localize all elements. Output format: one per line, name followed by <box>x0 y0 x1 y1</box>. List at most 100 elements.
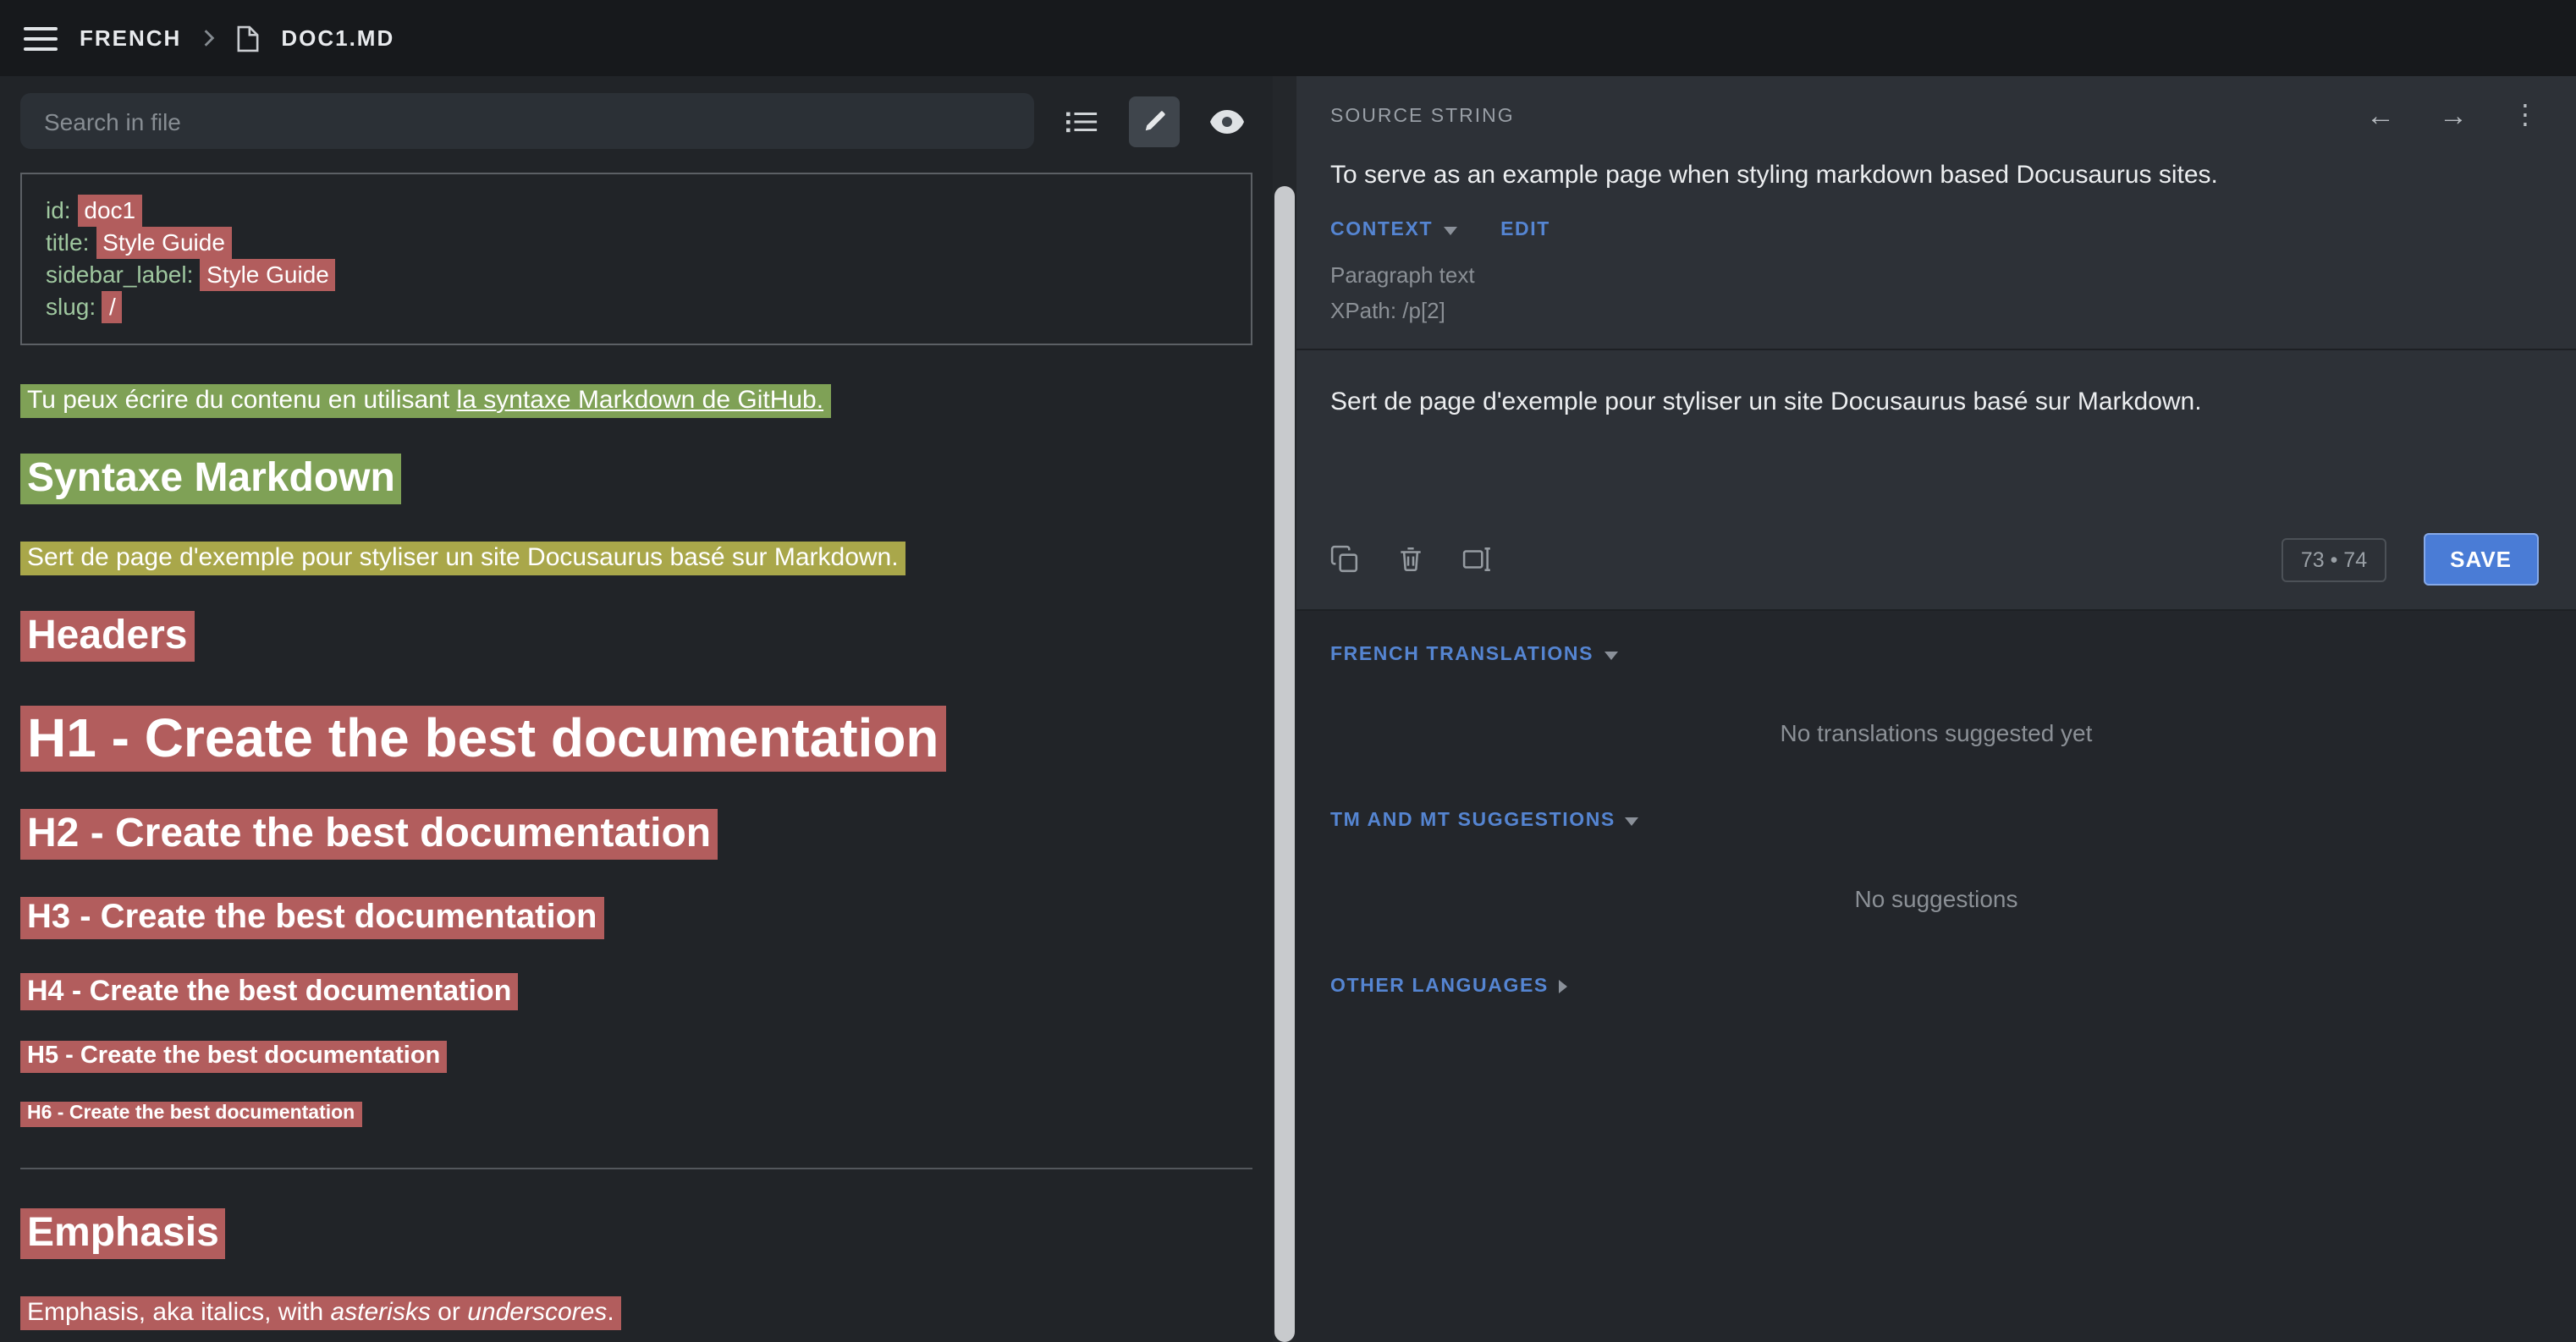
edit-mode-button[interactable] <box>1129 96 1180 146</box>
pencil-icon <box>1142 108 1167 134</box>
translation-toolbar: 73 • 74 SAVE <box>1296 520 2576 609</box>
chevron-right-icon <box>203 29 215 47</box>
suggestions-section: FRENCH TRANSLATIONS No translations sugg… <box>1296 609 2576 1342</box>
french-translations-label: FRENCH TRANSLATIONS <box>1330 645 1593 665</box>
text-segment: la syntaxe Markdown de GitHub. <box>457 386 824 415</box>
french-translations-toggle[interactable]: FRENCH TRANSLATIONS <box>1330 645 1617 665</box>
other-languages-label: OTHER LANGUAGES <box>1330 976 1549 997</box>
text-segment: H1 - Create the best documentation <box>27 707 939 768</box>
frontmatter-line: slug: / <box>46 291 1227 323</box>
chevron-down-icon <box>1604 651 1617 659</box>
other-languages-toggle[interactable]: OTHER LANGUAGES <box>1330 976 1567 997</box>
text-segment: underscores <box>467 1298 607 1327</box>
markdown-p: Tu peux écrire du contenu en utilisant l… <box>20 386 1252 415</box>
previous-string-button[interactable]: ← <box>2366 102 2395 130</box>
edit-context-button[interactable]: EDIT <box>1500 220 1550 240</box>
source-string-label: SOURCE STRING <box>1330 106 1515 126</box>
text-segment: Emphasis, aka italics, with <box>27 1298 330 1327</box>
no-suggestions-note: No suggestions <box>1330 885 2542 912</box>
markdown-h6: H6 - Create the best documentation <box>20 1103 1252 1124</box>
markdown-h3: H3 - Create the best documentation <box>20 899 1252 938</box>
select-text-button[interactable] <box>1462 545 1493 574</box>
markdown-h2: Emphasis <box>20 1210 1252 1257</box>
text-segment: Sert de page d'exemple pour styliser un … <box>27 543 899 572</box>
eye-icon <box>1210 109 1244 133</box>
markdown-h2: Headers <box>20 613 1252 660</box>
strings-list-button[interactable] <box>1056 96 1107 146</box>
search-input[interactable] <box>20 93 1034 149</box>
source-string[interactable]: Headers <box>20 611 194 662</box>
markdown-p: Sert de page d'exemple pour styliser un … <box>20 543 1252 572</box>
tm-mt-suggestions-toggle[interactable]: TM AND MT SUGGESTIONS <box>1330 811 1639 831</box>
editor-panel: id: doc1title: Style Guidesidebar_label:… <box>0 76 1296 1342</box>
markdown-p: Emphasis, aka italics, with asterisks or… <box>20 1298 1252 1327</box>
source-string-text: To serve as an example page when styling… <box>1296 147 2576 213</box>
source-string[interactable]: Emphasis, aka italics, with asterisks or… <box>20 1296 621 1330</box>
markdown-h5: H5 - Create the best documentation <box>20 1042 1252 1070</box>
text-segment: H2 - Create the best documentation <box>27 811 711 856</box>
markdown-h2: H2 - Create the best documentation <box>20 811 1252 858</box>
source-string[interactable]: H1 - Create the best documentation <box>20 706 946 772</box>
app: FRENCH DOC1.MD id: doc1titl <box>0 0 2576 1342</box>
clear-translation-button[interactable] <box>1396 545 1425 574</box>
frontmatter-line: sidebar_label: Style Guide <box>46 259 1227 291</box>
source-string[interactable]: H4 - Create the best documentation <box>20 973 518 1010</box>
source-string[interactable]: Tu peux écrire du contenu en utilisant l… <box>20 384 830 418</box>
source-string[interactable]: doc1 <box>77 195 142 227</box>
source-string[interactable]: / <box>102 291 123 323</box>
source-string[interactable]: H5 - Create the best documentation <box>20 1041 447 1073</box>
frontmatter-key: sidebar_label: <box>46 261 200 288</box>
text-segment: Headers <box>27 613 187 658</box>
markdown-h4: H4 - Create the best documentation <box>20 975 1252 1009</box>
translation-input[interactable]: Sert de page d'exemple pour styliser un … <box>1296 350 2576 520</box>
text-segment: . <box>607 1298 614 1327</box>
frontmatter-line: title: Style Guide <box>46 227 1227 259</box>
frontmatter-key: id: <box>46 196 77 223</box>
chevron-down-icon <box>1443 226 1456 234</box>
text-segment: or <box>431 1298 467 1327</box>
file-icon <box>237 25 259 52</box>
breadcrumb-project[interactable]: FRENCH <box>80 25 181 51</box>
chevron-down-icon <box>1626 817 1639 825</box>
context-xpath: XPath: /p[2] <box>1330 293 2542 328</box>
text-segment: Syntaxe Markdown <box>27 455 395 501</box>
source-section: SOURCE STRING ← → ⋮ To serve as an examp… <box>1296 76 2576 609</box>
text-segment: H3 - Create the best documentation <box>27 899 597 936</box>
source-string[interactable]: Style Guide <box>200 259 336 291</box>
source-string[interactable]: Sert de page d'exemple pour styliser un … <box>20 542 905 575</box>
frontmatter-block: id: doc1title: Style Guidesidebar_label:… <box>20 173 1252 345</box>
next-string-button[interactable]: → <box>2439 102 2468 130</box>
context-toggle[interactable]: CONTEXT <box>1330 220 1456 240</box>
markdown-h2: Syntaxe Markdown <box>20 455 1252 503</box>
source-string[interactable]: Emphasis <box>20 1208 226 1259</box>
tm-mt-suggestions-label: TM AND MT SUGGESTIONS <box>1330 811 1616 831</box>
breadcrumb-file: DOC1.MD <box>281 25 394 51</box>
preview-mode-button[interactable] <box>1202 96 1252 146</box>
trash-icon <box>1396 545 1425 574</box>
copy-icon <box>1330 545 1359 574</box>
scrollbar-thumb[interactable] <box>1274 186 1295 1342</box>
markdown-h1: H1 - Create the best documentation <box>20 707 1252 770</box>
source-string[interactable]: H3 - Create the best documentation <box>20 897 603 939</box>
context-type: Paragraph text <box>1330 257 2542 293</box>
horizontal-rule <box>20 1168 1252 1169</box>
translation-panel: SOURCE STRING ← → ⋮ To serve as an examp… <box>1296 76 2576 1342</box>
save-button[interactable]: SAVE <box>2423 533 2539 586</box>
menu-icon[interactable] <box>24 19 58 57</box>
source-string[interactable]: Style Guide <box>96 227 232 259</box>
list-icon <box>1065 109 1098 133</box>
char-counter: 73 • 74 <box>2282 537 2386 581</box>
source-string[interactable]: H2 - Create the best documentation <box>20 809 718 860</box>
text-segment: asterisks <box>330 1298 430 1327</box>
source-string[interactable]: H6 - Create the best documentation <box>20 1102 361 1127</box>
copy-source-button[interactable] <box>1330 545 1359 574</box>
editor-toolbar <box>20 93 1252 149</box>
frontmatter-line: id: doc1 <box>46 195 1227 227</box>
more-options-button[interactable]: ⋮ <box>2512 102 2539 129</box>
text-segment: H5 - Create the best documentation <box>27 1042 440 1070</box>
document-content: Tu peux écrire du contenu en utilisant l… <box>20 386 1252 1342</box>
text-selection-icon <box>1462 545 1493 574</box>
no-translations-note: No translations suggested yet <box>1330 719 2542 746</box>
text-segment: Emphasis <box>27 1210 219 1256</box>
source-string[interactable]: Syntaxe Markdown <box>20 454 402 504</box>
